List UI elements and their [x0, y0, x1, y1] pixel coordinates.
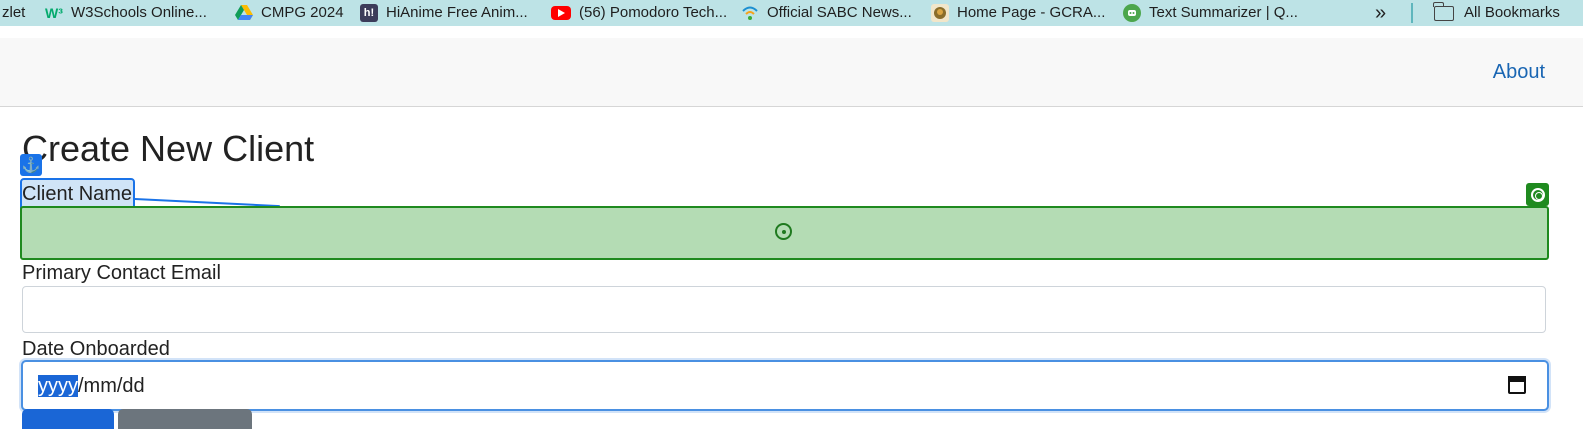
all-bookmarks-label: All Bookmarks — [1464, 4, 1560, 21]
crosshair-icon — [775, 223, 792, 240]
about-link[interactable]: About — [1493, 61, 1545, 84]
bookmark-text-summarizer[interactable]: Text Summarizer | Q... — [1123, 3, 1298, 23]
date-onboarded-input[interactable] — [21, 360, 1549, 411]
email-label: Primary Contact Email — [22, 262, 221, 284]
page-title: Create New Client — [22, 128, 315, 169]
bookmarks-separator — [1411, 3, 1413, 23]
hianime-icon: h! — [360, 4, 378, 22]
bookmark-pomodoro[interactable]: (56) Pomodoro Tech... — [551, 3, 727, 23]
bookmark-label: zlet — [2, 4, 26, 21]
navbar: About — [0, 38, 1583, 107]
create-button[interactable] — [22, 409, 114, 429]
date-year-segment[interactable]: yyyy — [38, 375, 78, 397]
quillbot-icon — [1123, 4, 1141, 22]
back-button[interactable] — [118, 409, 252, 429]
bookmark-label: W3Schools Online... — [71, 4, 207, 21]
date-label: Date Onboarded — [22, 338, 170, 360]
w3schools-icon: W³ — [45, 5, 63, 21]
bookmark-label: CMPG 2024 — [261, 4, 344, 21]
google-drive-icon — [235, 4, 253, 22]
bookmark-label: Official SABC News... — [767, 4, 912, 21]
client-name-label: Client Name — [22, 183, 133, 205]
date-value: yyyy/mm/dd — [38, 375, 145, 398]
bookmarks-bar: zlet W³ W3Schools Online... CMPG 2024 h!… — [0, 0, 1583, 26]
youtube-icon — [551, 6, 571, 20]
bookmark-gcra[interactable]: Home Page - GCRA... — [931, 3, 1105, 23]
bookmark-label: Home Page - GCRA... — [957, 4, 1106, 21]
folder-icon — [1433, 1, 1454, 21]
email-input[interactable] — [22, 286, 1546, 333]
bookmark-label: Text Summarizer | Q... — [1149, 4, 1298, 21]
calendar-icon[interactable] — [1508, 376, 1526, 394]
bookmark-hianime[interactable]: h! HiAnime Free Anim... — [360, 3, 528, 23]
anchor-icon[interactable]: ⚓ — [20, 154, 42, 176]
date-rest-segment[interactable]: /mm/dd — [78, 375, 145, 397]
gcra-icon — [931, 4, 949, 22]
sabc-icon — [741, 4, 759, 22]
bookmarks-overflow-button[interactable]: » — [1375, 2, 1386, 25]
target-badge-icon[interactable] — [1526, 183, 1549, 206]
all-bookmarks-button[interactable]: All Bookmarks — [1433, 1, 1560, 23]
bookmark-label: HiAnime Free Anim... — [386, 4, 528, 21]
bookmark-w3schools[interactable]: W³ W3Schools Online... — [45, 3, 207, 23]
bookmark-cmpg[interactable]: CMPG 2024 — [235, 3, 344, 23]
bookmark-sabc[interactable]: Official SABC News... — [741, 3, 912, 23]
bookmark-quizlet[interactable]: zlet — [2, 3, 25, 23]
bookmark-label: (56) Pomodoro Tech... — [579, 4, 728, 21]
